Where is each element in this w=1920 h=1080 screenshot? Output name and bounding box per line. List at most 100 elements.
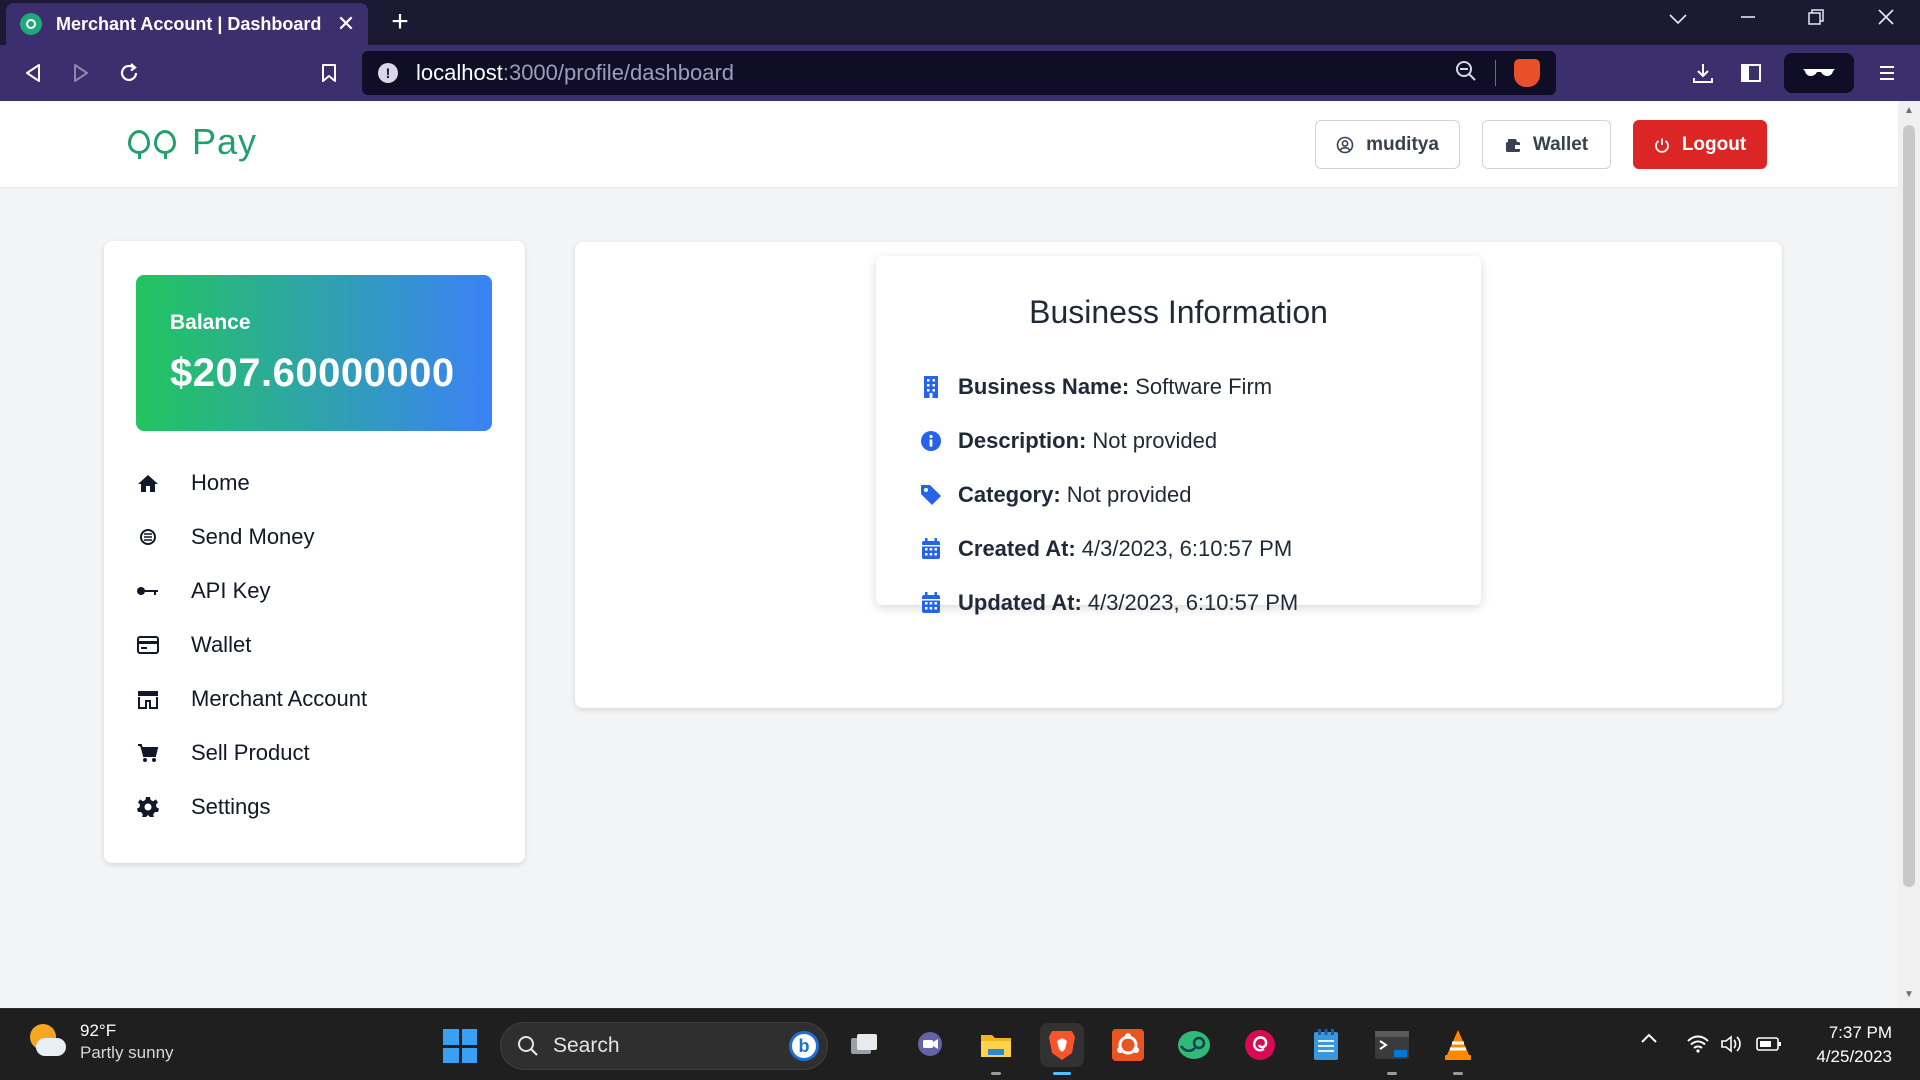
wifi-icon[interactable] <box>1686 1035 1710 1058</box>
sidebar-item-merchant-account[interactable]: Merchant Account <box>136 672 496 726</box>
forward-icon[interactable] <box>66 58 96 88</box>
downloads-icon[interactable] <box>1688 58 1718 88</box>
site-favicon-icon <box>20 13 42 35</box>
ubuntu-icon[interactable] <box>1106 1023 1150 1067</box>
sidebar-item-api-key[interactable]: API Key <box>136 564 496 618</box>
volume-icon[interactable] <box>1720 1034 1744 1059</box>
business-info-list: Business Name: Software Firm Description… <box>920 360 1298 630</box>
business-name-label: Business Name: <box>958 374 1130 399</box>
weather-temperature: 92°F <box>80 1021 117 1040</box>
minimize-icon[interactable] <box>1728 8 1768 32</box>
bing-icon[interactable]: b <box>789 1031 819 1061</box>
key-icon <box>136 579 160 603</box>
category-label: Category: <box>958 482 1061 507</box>
page-viewport: Pay muditya Wallet Logout Balance $207.6… <box>0 101 1898 1008</box>
calendar-icon <box>920 538 942 560</box>
debian-icon[interactable] <box>1238 1023 1282 1067</box>
tab-search-chevron-icon[interactable] <box>1658 8 1698 31</box>
vlc-icon[interactable] <box>1436 1023 1480 1075</box>
sidebar-item-settings[interactable]: Settings <box>136 780 496 834</box>
browser-tab[interactable]: Merchant Account | Dashboard ✕ <box>6 3 368 45</box>
task-view-icon[interactable] <box>842 1023 886 1067</box>
logout-button-label: Logout <box>1681 133 1747 155</box>
leo-glasses-icon[interactable] <box>1784 53 1854 93</box>
wallet-button[interactable]: Wallet <box>1482 120 1611 169</box>
scroll-up-icon[interactable]: ▲ <box>1903 105 1915 116</box>
description-label: Description: <box>958 428 1087 453</box>
updated-at-label: Updated At: <box>958 590 1082 615</box>
search-icon <box>517 1035 539 1057</box>
sidebar: Balance $207.60000000 Home Send Money AP… <box>104 241 525 863</box>
url-host: localhost <box>416 60 503 85</box>
address-bar[interactable]: ! localhost:3000/profile/dashboard <box>362 51 1556 95</box>
updated-at-value: 4/3/2023, 6:10:57 PM <box>1087 590 1299 615</box>
logo-mark-icon <box>128 130 180 159</box>
updated-at-row: Updated At: 4/3/2023, 6:10:57 PM <box>920 576 1298 630</box>
power-icon <box>1654 137 1670 153</box>
start-button-icon[interactable] <box>443 1029 477 1063</box>
building-icon <box>920 376 942 398</box>
balance-card: Balance $207.60000000 <box>136 275 492 431</box>
url-separator <box>1495 60 1496 86</box>
bookmark-icon[interactable] <box>314 58 344 88</box>
business-name-value: Software Firm <box>1135 374 1273 399</box>
new-tab-button[interactable]: + <box>384 6 416 38</box>
back-icon[interactable] <box>18 58 48 88</box>
search-placeholder: Search <box>553 1034 620 1057</box>
terminal-preview-icon[interactable] <box>1370 1023 1414 1075</box>
taskbar-search[interactable]: Search b <box>500 1022 828 1070</box>
created-at-row: Created At: 4/3/2023, 6:10:57 PM <box>920 522 1298 576</box>
page-scrollbar[interactable]: ▲ ▼ <box>1898 101 1920 1008</box>
battery-icon[interactable] <box>1756 1036 1782 1057</box>
sidebar-item-home[interactable]: Home <box>136 456 496 510</box>
sidebar-item-label: Send Money <box>191 524 315 549</box>
sidebar-item-label: Home <box>191 470 250 495</box>
zoom-icon[interactable] <box>1455 60 1477 87</box>
wallet-button-label: Wallet <box>1532 133 1589 155</box>
active-indicator <box>1053 1072 1071 1075</box>
app-logo[interactable]: Pay <box>128 121 257 163</box>
show-hidden-icons-chevron-icon[interactable] <box>1640 1031 1658 1049</box>
url-text[interactable]: localhost:3000/profile/dashboard <box>416 60 1455 86</box>
restore-icon[interactable] <box>1796 8 1836 32</box>
notepad-icon[interactable] <box>1304 1023 1348 1067</box>
site-info-icon[interactable]: ! <box>378 63 398 83</box>
sidebar-menu: Home Send Money API Key Wallet Merchant … <box>136 456 496 834</box>
scroll-down-icon[interactable]: ▼ <box>1903 989 1915 1000</box>
brave-browser-icon[interactable] <box>1040 1023 1084 1075</box>
opensuse-icon[interactable] <box>1172 1023 1216 1067</box>
sidebar-item-send-money[interactable]: Send Money <box>136 510 496 564</box>
tab-close-icon[interactable]: ✕ <box>334 11 358 37</box>
menu-icon[interactable] <box>1872 58 1902 88</box>
file-explorer-icon[interactable] <box>974 1023 1018 1075</box>
browser-tab-bar: Merchant Account | Dashboard ✕ + <box>0 0 1920 45</box>
scrollbar-thumb[interactable] <box>1903 125 1915 887</box>
category-row: Category: Not provided <box>920 468 1298 522</box>
sidebar-item-wallet[interactable]: Wallet <box>136 618 496 672</box>
weather-widget[interactable]: 92°F Partly sunny <box>26 1021 174 1063</box>
sidebar-item-sell-product[interactable]: Sell Product <box>136 726 496 780</box>
sidebar-toggle-icon[interactable] <box>1736 58 1766 88</box>
sidebar-item-label: Settings <box>191 794 271 819</box>
user-profile-button[interactable]: muditya <box>1315 120 1460 169</box>
clock-date: 4/25/2023 <box>1816 1047 1892 1066</box>
reload-icon[interactable] <box>114 58 144 88</box>
calendar-icon <box>920 592 942 614</box>
category-value: Not provided <box>1066 482 1192 507</box>
wallet-icon <box>1505 137 1521 153</box>
url-path: :3000/profile/dashboard <box>502 60 735 85</box>
weather-description: Partly sunny <box>80 1043 174 1062</box>
home-icon <box>136 471 160 495</box>
business-info-title: Business Information <box>1029 294 1328 330</box>
brave-shield-icon[interactable] <box>1514 59 1540 87</box>
system-clock[interactable]: 7:37 PM 4/25/2023 <box>1792 1021 1892 1069</box>
created-at-label: Created At: <box>958 536 1076 561</box>
running-indicator <box>991 1072 1001 1075</box>
business-info-card: Business Information Business Name: Soft… <box>876 256 1481 615</box>
logout-button[interactable]: Logout <box>1633 120 1767 169</box>
cart-icon <box>136 741 160 765</box>
browser-toolbar: ! localhost:3000/profile/dashboard <box>0 45 1920 101</box>
balance-value: $207.60000000 <box>170 351 455 395</box>
close-window-icon[interactable] <box>1866 8 1906 32</box>
teams-chat-icon[interactable] <box>908 1023 952 1067</box>
